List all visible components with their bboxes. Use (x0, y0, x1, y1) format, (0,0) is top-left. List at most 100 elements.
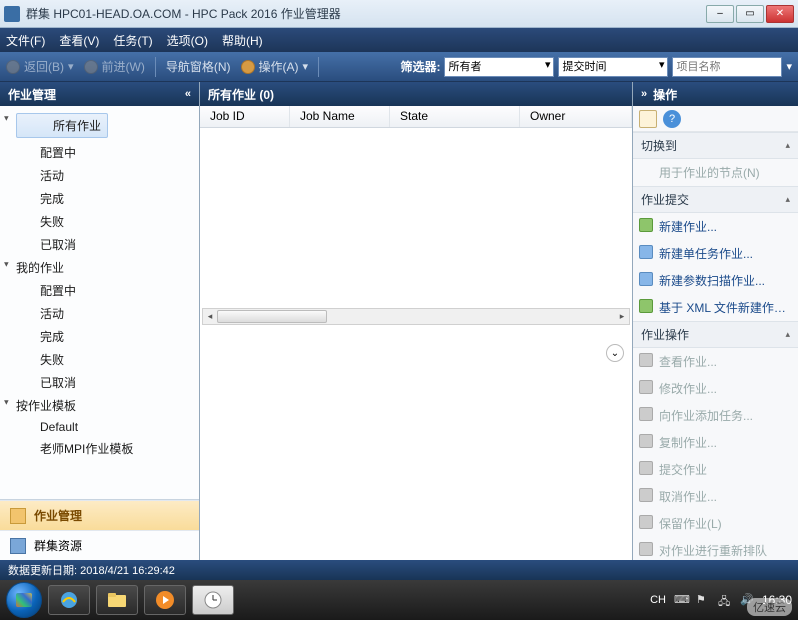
tab-cluster-resources[interactable]: 群集资源 (0, 530, 199, 560)
section-submit-label: 作业提交 (641, 191, 689, 208)
clipboard-icon[interactable] (639, 110, 657, 128)
tree-my-active[interactable]: 活动 (0, 302, 199, 325)
action-new-from-xml[interactable]: 基于 XML 文件新建作业... (633, 294, 798, 321)
owner-filter-select[interactable]: 所有者 ▾ (444, 57, 554, 77)
status-bar: 数据更新日期: 2018/4/21 16:29:42 (0, 560, 798, 580)
center-panel-header: 所有作业 (0) (200, 82, 632, 106)
action-new-single-task[interactable]: 新建单任务作业... (633, 240, 798, 267)
collapse-left-icon[interactable]: « (185, 88, 191, 100)
project-filter-input[interactable] (672, 57, 782, 77)
dropdown-icon[interactable]: ▾ (786, 60, 792, 73)
cancel-job-icon (639, 488, 653, 502)
action-cancel-job[interactable]: 取消作业... (633, 483, 798, 510)
collapse-right-icon[interactable]: » (641, 88, 647, 100)
forward-icon (84, 60, 98, 74)
ime-indicator[interactable]: CH (650, 594, 666, 606)
section-switch-label: 切换到 (641, 137, 677, 154)
collapse-section-icon[interactable]: ▴ (785, 329, 790, 340)
tree-by-template[interactable]: 按作业模板 (0, 394, 199, 417)
menu-options[interactable]: 选项(O) (167, 32, 208, 49)
tree-my-canceled[interactable]: 已取消 (0, 371, 199, 394)
menu-help[interactable]: 帮助(H) (222, 32, 263, 49)
section-ops-label: 作业操作 (641, 326, 689, 343)
action-copy-job[interactable]: 复制作业... (633, 429, 798, 456)
col-owner[interactable]: Owner (520, 106, 632, 127)
tree-all-jobs[interactable]: 所有作业 (0, 110, 199, 141)
action-new-param-sweep[interactable]: 新建参数扫描作业... (633, 267, 798, 294)
status-text: 数据更新日期: 2018/4/21 16:29:42 (8, 562, 175, 578)
menu-view[interactable]: 查看(V) (59, 32, 99, 49)
maximize-button[interactable]: ▭ (736, 5, 764, 23)
back-button[interactable]: 返回(B) ▾ (6, 58, 74, 75)
action-add-tasks[interactable]: 向作业添加任务... (633, 402, 798, 429)
minimize-button[interactable]: – (706, 5, 734, 23)
tree-failed[interactable]: 失败 (0, 210, 199, 233)
tray-flag-icon[interactable]: ⚑ (696, 593, 710, 607)
requeue-label: 对作业进行重新排队 (659, 544, 767, 558)
tab-job-management[interactable]: 作业管理 (0, 500, 199, 530)
action-requeue-job[interactable]: 对作业进行重新排队 (633, 537, 798, 560)
tree-my-jobs[interactable]: 我的作业 (0, 256, 199, 279)
collapse-section-icon[interactable]: ▴ (785, 140, 790, 151)
taskbar-app-window[interactable] (192, 585, 234, 615)
action-nodes-for-job[interactable]: 用于作业的节点(N) (633, 159, 798, 186)
add-tasks-icon (639, 407, 653, 421)
dropdown-icon: ▾ (303, 60, 309, 73)
clock-app-icon (201, 590, 225, 610)
filter-label: 筛选器: (400, 58, 440, 75)
col-state[interactable]: State (390, 106, 520, 127)
cluster-resources-icon (10, 538, 26, 554)
grid-header: Job ID Job Name State Owner (200, 106, 632, 128)
scroll-thumb[interactable] (217, 310, 327, 323)
tree-active[interactable]: 活动 (0, 164, 199, 187)
action-modify-job[interactable]: 修改作业... (633, 375, 798, 402)
nav-pane-button[interactable]: 导航窗格(N) (166, 58, 231, 75)
taskbar-explorer-icon[interactable] (96, 585, 138, 615)
copy-job-label: 复制作业... (659, 436, 717, 450)
tree-configuring[interactable]: 配置中 (0, 141, 199, 164)
new-xml-label: 基于 XML 文件新建作业... (659, 301, 796, 315)
scroll-left-icon[interactable]: ◂ (203, 309, 217, 324)
action-new-job[interactable]: 新建作业... (633, 213, 798, 240)
help-icon[interactable]: ? (663, 110, 681, 128)
close-button[interactable]: ✕ (766, 5, 794, 23)
scroll-right-icon[interactable]: ▸ (615, 309, 629, 324)
filter-area: 筛选器: 所有者 ▾ 提交时间 ▾ ▾ (400, 57, 792, 77)
horizontal-scrollbar[interactable]: ◂ ▸ (202, 308, 630, 325)
start-button[interactable] (6, 582, 42, 618)
expand-details-button[interactable]: ⌄ (606, 344, 624, 362)
modify-job-icon (639, 380, 653, 394)
collapse-section-icon[interactable]: ▴ (785, 194, 790, 205)
tree-template-default[interactable]: Default (0, 417, 199, 437)
cancel-job-label: 取消作业... (659, 490, 717, 504)
action-view-job[interactable]: 查看作业... (633, 348, 798, 375)
center-body: Job ID Job Name State Owner ◂ ▸ ⌄ (200, 106, 632, 560)
new-job-label: 新建作业... (659, 220, 717, 234)
tray-keyboard-icon[interactable]: ⌨ (674, 593, 688, 607)
center-panel-title: 所有作业 (0) (208, 86, 274, 103)
tab-cluster-label: 群集资源 (34, 537, 82, 554)
forward-button[interactable]: 前进(W) (84, 58, 145, 75)
tree-finished[interactable]: 完成 (0, 187, 199, 210)
action-hold-job[interactable]: 保留作业(L) (633, 510, 798, 537)
menu-file[interactable]: 文件(F) (6, 32, 45, 49)
tree-template-mpi[interactable]: 老师MPI作业模板 (0, 437, 199, 460)
tree-my-configuring[interactable]: 配置中 (0, 279, 199, 302)
tree-canceled[interactable]: 已取消 (0, 233, 199, 256)
tree-my-finished[interactable]: 完成 (0, 325, 199, 348)
folder-icon (107, 591, 127, 609)
col-job-id[interactable]: Job ID (200, 106, 290, 127)
taskbar-ie-icon[interactable] (48, 585, 90, 615)
left-panel-body: 所有作业 配置中 活动 完成 失败 已取消 我的作业 配置中 活动 完成 失败 … (0, 106, 199, 560)
tab-job-label: 作业管理 (34, 507, 82, 524)
col-job-name[interactable]: Job Name (290, 106, 390, 127)
time-filter-select[interactable]: 提交时间 ▾ (558, 57, 668, 77)
tray-network-icon[interactable]: 🖧 (718, 593, 732, 607)
right-panel-title: 操作 (653, 86, 677, 103)
action-submit-job[interactable]: 提交作业 (633, 456, 798, 483)
actions-icon (241, 60, 255, 74)
taskbar-media-icon[interactable] (144, 585, 186, 615)
menu-tasks[interactable]: 任务(T) (113, 32, 152, 49)
tree-my-failed[interactable]: 失败 (0, 348, 199, 371)
actions-button[interactable]: 操作(A) ▾ (241, 58, 309, 75)
